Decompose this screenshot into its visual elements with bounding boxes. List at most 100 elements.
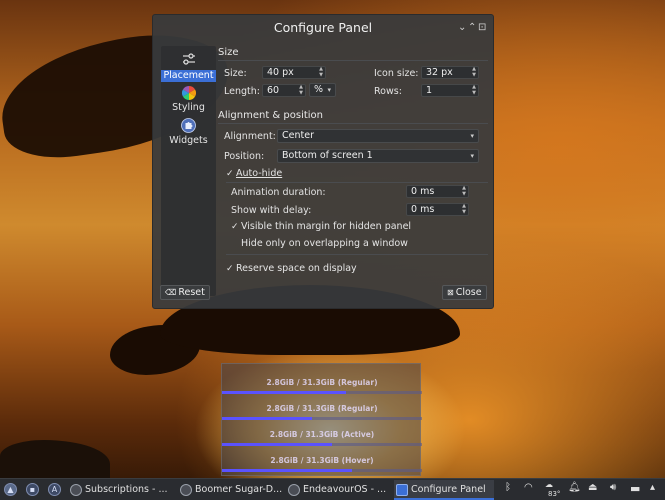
length-label: Length: [224,86,260,97]
reset-button[interactable]: ⌫ Reset [160,285,210,300]
spin-arrows-icon[interactable]: ▲ ▼ [299,84,303,96]
preview-row-fill [222,417,312,420]
close-window-icon[interactable]: ⊡ [478,22,486,34]
length-value: 60 [267,85,280,96]
puzzle-icon [181,118,196,133]
memory-widget-preview: 2.8GiB / 31.3GiB (Regular) 2.8GiB / 31.3… [221,363,422,476]
minimize-icon[interactable]: ⌄ [458,22,466,34]
close-icon: ⊠ [447,288,454,297]
size-label: Size: [224,68,247,79]
placement-settings: Size Size: 40 px ▲ ▼ Icon size: 32 px ▲ ▼ … [216,41,495,310]
alignment-select[interactable]: Center ▾ [277,129,479,143]
tray-menu-icon[interactable]: ▴ [650,482,655,493]
wallpaper-rocks [0,440,110,480]
panel-settings-icon [396,484,408,496]
rows-value: 1 [426,85,433,96]
sliders-icon [182,53,195,65]
maximize-icon[interactable]: ⌃ [468,22,476,34]
checkmark-icon: ✓ [226,169,234,179]
task-label: Boomer Sugar-D... [195,484,283,495]
task-configure-panel[interactable]: Configure Panel [394,480,494,500]
show-delay-value: 0 ms [411,204,435,215]
preview-row-text: 2.8GiB / 31.3GiB (Active) [269,430,375,439]
weather-temperature: 83° [548,490,561,498]
weather-icon[interactable]: ☁ [545,480,553,489]
preview-row-fill [222,469,352,472]
alignment-section-title: Alignment & position [218,110,323,121]
divider [218,60,488,61]
animation-duration-spinbox[interactable]: 0 ms ▲ ▼ [406,185,469,198]
file-manager-icon[interactable]: ▪ [26,483,39,496]
app-launcher-icon[interactable]: ▲ [4,483,17,496]
position-select[interactable]: Bottom of screen 1 ▾ [277,149,479,163]
auto-hide-label: Auto-hide [236,168,283,179]
length-unit-select[interactable]: % ▾ [309,83,336,97]
sidebar-item-label: Placement [161,70,216,82]
checkmark-icon: ✓ [231,222,239,232]
task-endeavouros[interactable]: EndeavourOS - ... [286,480,392,500]
position-label: Position: [224,151,265,162]
spin-arrows-icon[interactable]: ▲ ▼ [319,66,323,78]
sidebar-item-placement[interactable]: Placement [161,50,216,82]
preview-row: 2.8GiB / 31.3GiB (Regular) [222,398,422,424]
rows-label: Rows: [374,86,402,97]
reserve-space-checkbox[interactable]: ✓ Reserve space on display [226,263,357,274]
task-subscriptions[interactable]: Subscriptions - ... [68,480,174,500]
task-label: Subscriptions - ... [85,484,168,495]
window-title: Configure Panel [273,20,373,35]
icon-size-spinbox[interactable]: 32 px ▲ ▼ [421,66,479,79]
app-a-icon[interactable]: A [48,483,61,496]
preview-row-fill [222,391,346,394]
spin-arrows-icon[interactable]: ▲ ▼ [462,203,466,215]
thin-margin-checkbox[interactable]: ✓ Visible thin margin for hidden panel [231,221,411,232]
icon-size-label: Icon size: [374,68,419,79]
preview-row-track [222,443,422,446]
task-label: Configure Panel [411,484,486,495]
wifi-icon[interactable]: ◠ [524,482,533,493]
chevron-down-icon: ▾ [470,152,474,160]
volume-icon[interactable]: 🔊︎ [610,482,616,493]
backspace-icon: ⌫ [165,288,177,297]
updates-icon[interactable]: ⏏ [588,482,597,493]
reset-label: Reset [178,287,205,298]
rows-spinbox[interactable]: 1 ▲ ▼ [421,84,479,97]
animation-duration-label: Animation duration: [231,187,326,198]
configure-panel-window: Configure Panel ⌄ ⌃ ⊡ Placement Styling [152,14,494,309]
alignment-value: Center [282,130,314,141]
browser-icon [180,484,192,496]
taskbar: ▲ ▪ A Subscriptions - ... Boomer Sugar-D… [0,478,665,500]
task-boomer-sugar[interactable]: Boomer Sugar-D... [178,480,284,500]
size-spinbox[interactable]: 40 px ▲ ▼ [262,66,326,79]
sidebar-item-styling[interactable]: Styling [161,86,216,114]
reserve-space-label: Reserve space on display [236,263,357,274]
bluetooth-icon[interactable]: ᛒ [505,482,511,493]
spin-arrows-icon[interactable]: ▲ ▼ [472,66,476,78]
sidebar-item-label: Widgets [169,135,208,146]
divider [226,254,488,255]
browser-icon [70,484,82,496]
preview-row-track [222,469,422,472]
chevron-down-icon: ▾ [327,86,331,94]
show-delay-spinbox[interactable]: 0 ms ▲ ▼ [406,203,469,216]
sidebar-item-label: Styling [172,102,205,113]
close-button[interactable]: ⊠ Close [442,285,487,300]
folder-icon[interactable]: ▬ [630,482,640,495]
notifications-icon[interactable]: 🔔︎ [568,482,581,493]
divider [218,123,488,124]
spin-arrows-icon[interactable]: ▲ ▼ [472,84,476,96]
preview-row: 2.8GiB / 31.3GiB (Active) [222,424,422,450]
size-section-title: Size [218,47,239,58]
preview-row-text: 2.8GiB / 31.3GiB (Hover) [270,456,374,465]
alignment-label: Alignment: [224,131,276,142]
auto-hide-checkbox[interactable]: ✓ Auto-hide [226,168,282,179]
preview-row-text: 2.8GiB / 31.3GiB (Regular) [266,378,378,387]
sidebar-item-widgets[interactable]: Widgets [161,118,216,147]
color-wheel-icon [181,86,196,100]
preview-row-track [222,391,422,394]
preview-row-text: 2.8GiB / 31.3GiB (Regular) [266,404,378,413]
length-spinbox[interactable]: 60 ▲ ▼ [262,84,306,97]
spin-arrows-icon[interactable]: ▲ ▼ [462,185,466,197]
browser-icon [288,484,300,496]
length-unit-value: % [314,84,324,95]
hide-overlap-checkbox[interactable]: Hide only on overlapping a window [231,238,408,249]
